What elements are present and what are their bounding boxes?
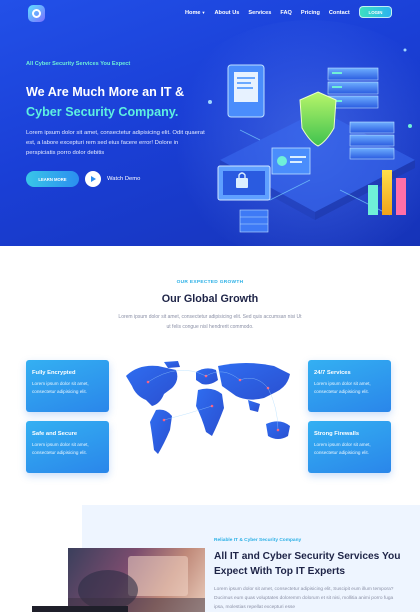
about-kicker: Reliable IT & Cyber Security Company [214, 538, 302, 543]
hero-title-line1: We Are Much More an IT & [26, 85, 185, 99]
world-map [126, 361, 290, 454]
learn-more-button[interactable]: LEARN MORE [26, 171, 79, 187]
nav-item-home[interactable]: Home▼ [185, 10, 206, 16]
growth-title: Our Global Growth [161, 293, 259, 305]
chevron-down-icon: ▼ [201, 10, 206, 15]
feature-desc: Lorem ipsum dolor sit amet, consectetur … [32, 442, 89, 455]
logo-icon[interactable] [28, 5, 45, 22]
nav-item-pricing[interactable]: Pricing [301, 10, 320, 16]
growth-description: Lorem ipsum dolor sit amet, consectetur … [118, 314, 302, 330]
main-nav: Home▼ About Us Services FAQ Pricing Cont… [185, 10, 350, 16]
feature-card-firewalls: Strong Firewalls Lorem ipsum dolor sit a… [308, 421, 391, 473]
watch-demo-link[interactable]: Watch Demo [107, 176, 140, 182]
feature-desc: Lorem ipsum dolor sit amet, consectetur … [314, 442, 371, 455]
hero-description: Lorem ipsum dolor sit amet, consectetur … [26, 130, 205, 157]
growth-kicker: OUR EXPECTED GROWTH [176, 280, 244, 285]
play-button[interactable] [85, 171, 101, 187]
feature-title: 24/7 Services [314, 370, 351, 376]
login-button[interactable]: LOGIN [359, 6, 392, 18]
hero-kicker: All Cyber Security Services You Expect [26, 61, 131, 67]
about-title: All IT and Cyber Security Services You E… [214, 551, 401, 577]
feature-title: Strong Firewalls [314, 431, 360, 437]
cyber-security-illustration [208, 48, 415, 233]
nav-item-about[interactable]: About Us [215, 10, 240, 16]
hero-title: We Are Much More an IT & Cyber Security … [26, 82, 184, 122]
feature-title: Safe and Secure [32, 431, 78, 437]
feature-desc: Lorem ipsum dolor sit amet, consectetur … [314, 381, 371, 394]
nav-item-services[interactable]: Services [248, 10, 271, 16]
hero-title-line2: Cyber Security Company. [26, 105, 179, 119]
about-description: Lorem ipsum dolor sit amet, consectetur … [214, 587, 394, 610]
nav-item-faq[interactable]: FAQ [280, 10, 292, 16]
feature-title: Fully Encrypted [32, 370, 76, 376]
hero-section: Home▼ About Us Services FAQ Pricing Cont… [0, 0, 420, 246]
feature-card-services: 24/7 Services Lorem ipsum dolor sit amet… [308, 360, 391, 412]
nav-item-contact[interactable]: Contact [329, 10, 350, 16]
feature-card-secure: Safe and Secure Lorem ipsum dolor sit am… [26, 421, 109, 473]
feature-desc: Lorem ipsum dolor sit amet, consectetur … [32, 381, 89, 394]
play-icon [91, 176, 96, 182]
team-photo [68, 548, 205, 612]
feature-card-encrypted: Fully Encrypted Lorem ipsum dolor sit am… [26, 360, 109, 412]
photo-shadow [32, 606, 128, 612]
